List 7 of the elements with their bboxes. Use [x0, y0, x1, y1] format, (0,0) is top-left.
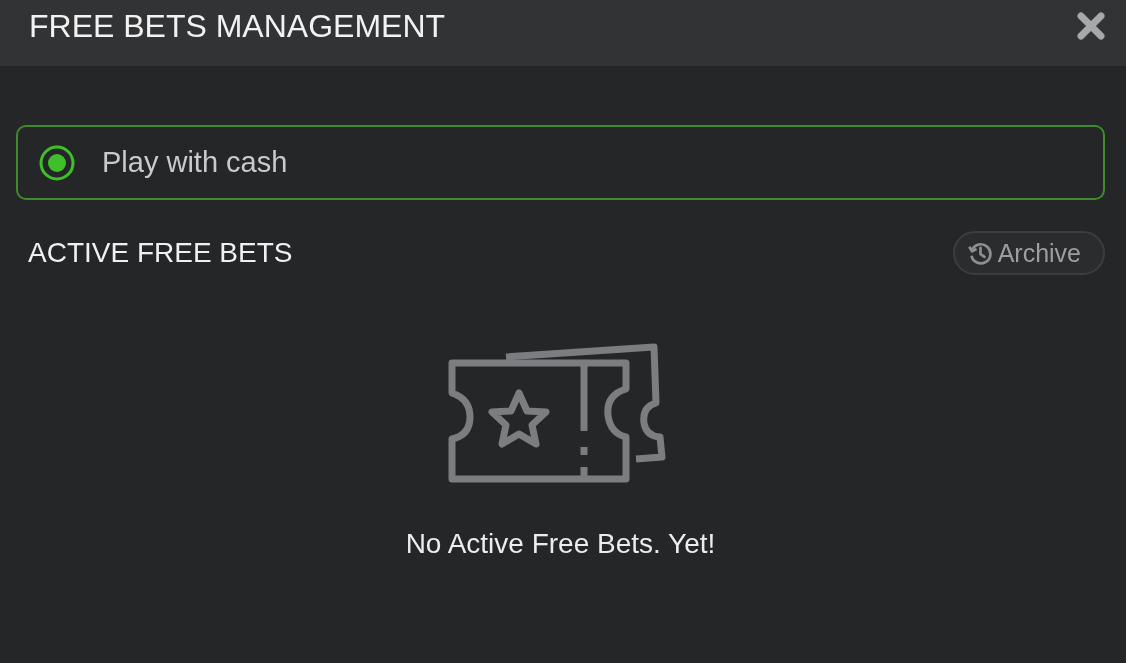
empty-message: No Active Free Bets. Yet! [405, 528, 716, 560]
dialog-title: FREE BETS MANAGEMENT [29, 7, 446, 45]
close-icon[interactable] [1076, 11, 1106, 41]
radio-option[interactable]: Play with cash [16, 125, 1105, 200]
radio-button[interactable] [38, 143, 76, 182]
archive-button[interactable]: Archive [952, 231, 1105, 275]
section-title: ACTIVE FREE BETS [28, 237, 293, 269]
